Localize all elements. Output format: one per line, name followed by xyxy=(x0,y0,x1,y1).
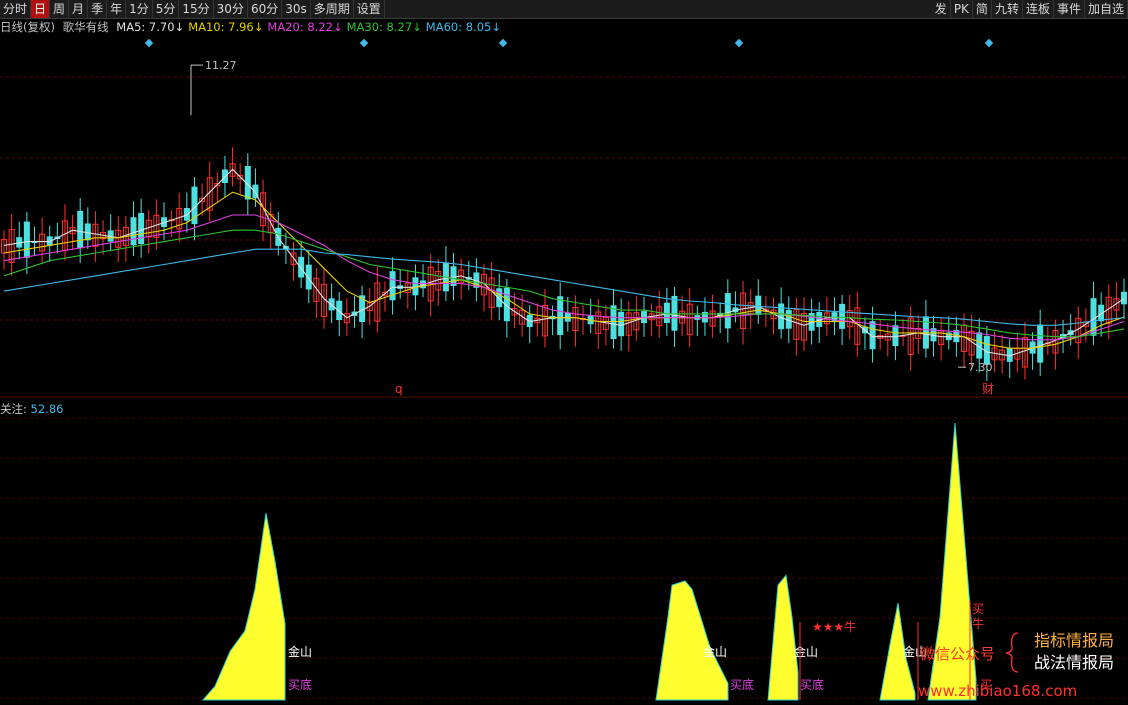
indicator-annotation-8: 买 xyxy=(972,602,984,616)
candle-body xyxy=(557,296,564,336)
indicator-annotation-3: 买底 xyxy=(730,677,754,692)
indicator-annotation-4: 金山 xyxy=(794,644,818,659)
candle-body xyxy=(130,217,137,246)
indicator-area-2 xyxy=(767,574,799,701)
event-diamond-3 xyxy=(734,38,744,48)
indicator-label: 关注: 52.86 xyxy=(0,402,64,416)
indicator-annotation-9: 牛 xyxy=(972,616,984,631)
candle-body xyxy=(298,256,305,278)
watermark-site: www.zhibiao168.com xyxy=(918,682,1077,700)
indicator-title: 关注 xyxy=(0,402,23,416)
watermark-brace xyxy=(1005,632,1019,673)
candle-body xyxy=(892,325,899,346)
watermark-line1: 指标情报局 xyxy=(1033,631,1114,650)
candle-body xyxy=(755,295,762,315)
candle-body xyxy=(450,266,457,286)
kline-chart: 11.277.30q 财金山买底金山买底金山买底★★★牛金山买牛买微信公众号www… xyxy=(0,38,1128,701)
candle-body xyxy=(23,221,30,258)
indicator-annotation-6: ★★★牛 xyxy=(812,619,856,634)
candle-body xyxy=(138,213,145,245)
low-price-label: 7.30 xyxy=(968,361,993,374)
candle-body xyxy=(671,295,678,331)
event-marker-q: q xyxy=(395,382,403,396)
event-diamond-4 xyxy=(984,38,994,48)
watermark: 指标情报局 战法情报局 xyxy=(1034,630,1114,674)
candle-body xyxy=(84,223,91,241)
indicator-annotation-0: 金山 xyxy=(288,644,312,659)
candle-body xyxy=(610,305,617,340)
ma-line-ma60 xyxy=(3,248,1125,326)
event-diamond-2 xyxy=(498,38,508,48)
indicator-value: 52.86 xyxy=(30,402,64,416)
indicator-area-0 xyxy=(201,513,286,701)
watermark-line2: 战法情报局 xyxy=(1033,653,1114,672)
high-price-label: 11.27 xyxy=(205,59,237,72)
indicator-annotation-1: 买底 xyxy=(288,677,312,692)
indicator-area-1 xyxy=(655,580,729,701)
indicator-annotation-2: 金山 xyxy=(703,644,727,659)
event-marker-cai: 财 xyxy=(982,382,994,396)
event-diamond-1 xyxy=(359,38,369,48)
candle-body xyxy=(724,293,731,329)
candle-body xyxy=(618,311,625,337)
candle-body xyxy=(1121,291,1127,305)
indicator-annotation-5: 买底 xyxy=(800,677,824,692)
candle-body xyxy=(305,264,312,290)
candle-body xyxy=(663,302,670,323)
watermark-wechat: 微信公众号 xyxy=(920,645,995,663)
event-diamond-0 xyxy=(144,38,154,48)
candle-body xyxy=(1037,324,1044,363)
candle-body xyxy=(77,210,84,249)
candle-body xyxy=(839,303,846,329)
